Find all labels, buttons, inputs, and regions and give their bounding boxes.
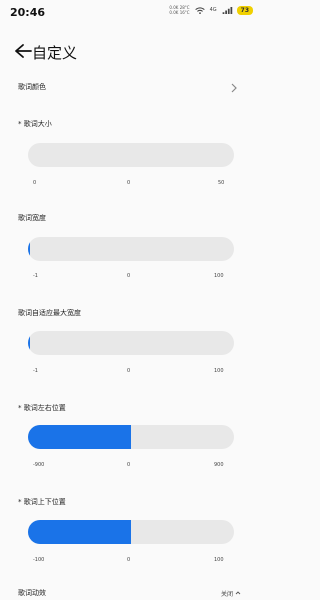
status-time: 20:46 bbox=[10, 6, 46, 19]
lyrics-size-current: 0 bbox=[127, 180, 131, 186]
network-type: 4G bbox=[209, 7, 217, 13]
net-speed: 0.0K 28°C 0.0K 16°C bbox=[169, 5, 189, 15]
lyrics-adaptive-width-slider[interactable] bbox=[28, 331, 234, 355]
lyrics-size-max: 50 bbox=[218, 180, 225, 186]
lyrics-width-max: 100 bbox=[214, 273, 224, 279]
lyrics-adaptive-width-max: 100 bbox=[214, 368, 224, 374]
page-title: 自定义 bbox=[32, 44, 78, 62]
lyrics-width-slider[interactable] bbox=[28, 237, 234, 261]
lyrics-width-current: 0 bbox=[127, 273, 131, 279]
wifi-icon bbox=[194, 6, 205, 14]
lyrics-vertical-position-label: * 歌词上下位置 bbox=[18, 498, 66, 506]
lyrics-size-slider[interactable] bbox=[28, 143, 234, 167]
lyrics-vertical-position-max: 100 bbox=[214, 557, 224, 563]
lyrics-adaptive-width-min: -1 bbox=[33, 368, 38, 374]
lyrics-color-row[interactable]: 歌词颜色 bbox=[0, 75, 261, 101]
battery-badge: 73 bbox=[236, 5, 253, 15]
lyrics-adaptive-width-fill bbox=[28, 331, 31, 355]
lyrics-horizontal-position-current: 0 bbox=[127, 462, 131, 468]
lyrics-adaptive-width-current: 0 bbox=[127, 368, 131, 374]
lyrics-animation-label: 歌词动效 bbox=[18, 589, 46, 597]
lyrics-width-min: -1 bbox=[33, 273, 38, 279]
lyrics-horizontal-position-slider[interactable] bbox=[28, 425, 234, 449]
lyrics-horizontal-position-max: 900 bbox=[214, 462, 224, 468]
lyrics-width-fill bbox=[28, 237, 31, 261]
lyrics-horizontal-position-min: -900 bbox=[33, 462, 45, 468]
signal-icon bbox=[222, 6, 232, 14]
lyrics-vertical-position-fill bbox=[28, 520, 131, 544]
lyrics-size-min: 0 bbox=[33, 180, 37, 186]
chevron-right-icon bbox=[231, 83, 237, 93]
lyrics-vertical-position-slider[interactable] bbox=[28, 520, 234, 544]
status-icons: 0.0K 28°C 0.0K 16°C 4G 73 bbox=[169, 5, 253, 15]
back-arrow-icon[interactable] bbox=[14, 43, 32, 59]
lyrics-size-label: * 歌词大小 bbox=[18, 120, 52, 128]
lyrics-animation-value: 关闭 bbox=[220, 591, 233, 598]
lyrics-color-label: 歌词颜色 bbox=[18, 83, 46, 91]
chevron-up-icon bbox=[235, 591, 241, 595]
net-down-temp: 16°C bbox=[179, 10, 190, 15]
lyrics-width-label: 歌词宽度 bbox=[18, 214, 46, 222]
lyrics-adaptive-width-label: 歌词自适应最大宽度 bbox=[18, 309, 81, 317]
lyrics-vertical-position-current: 0 bbox=[127, 557, 131, 563]
net-down: 0.0K bbox=[169, 10, 179, 15]
lyrics-horizontal-position-label: * 歌词左右位置 bbox=[18, 404, 66, 412]
lyrics-horizontal-position-fill bbox=[28, 425, 131, 449]
lyrics-vertical-position-min: -100 bbox=[33, 557, 45, 563]
lyrics-animation-row[interactable]: 歌词动效 关闭 bbox=[0, 586, 261, 600]
